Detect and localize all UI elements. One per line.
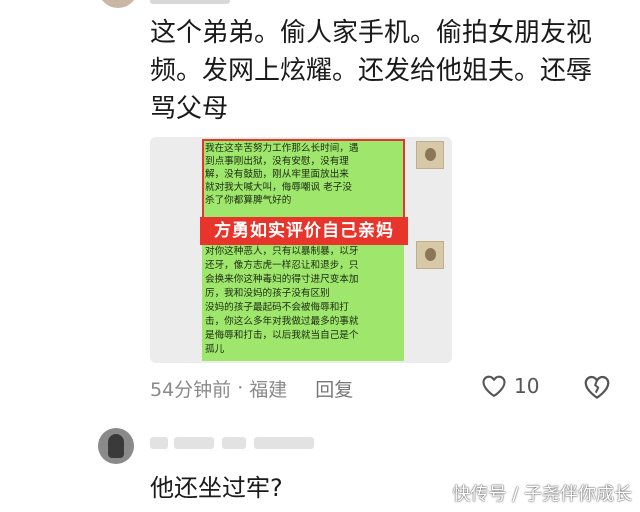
chat-line: 对你这种恶人，只有以暴制暴，以牙 xyxy=(205,246,359,257)
avatar[interactable] xyxy=(98,428,134,464)
heart-outline-icon xyxy=(482,375,506,397)
comment-line: 频。发网上炫耀。还发给他姐夫。还辱 xyxy=(150,56,593,86)
comment-location: 福建 xyxy=(249,378,288,401)
chat-line: 孤儿 xyxy=(205,344,225,355)
chat-line: 没妈的孩子最起码不会被侮辱和打 xyxy=(205,302,349,313)
chat-line: 还牙，像方志虎一样忍让和退步，只 xyxy=(205,260,359,271)
attached-chat-screenshot[interactable]: 我在这辛苦努力工作那么长时间，遇 到点事刚出狱，没有安慰，没有理 解，没有鼓励，… xyxy=(150,137,452,363)
chat-line: 是侮辱和打击，以后我就当自己是个 xyxy=(205,330,359,341)
caption-banner: 方勇如实评价自己亲妈 xyxy=(200,217,408,245)
sender-avatar xyxy=(416,141,444,169)
avatar[interactable] xyxy=(98,0,138,8)
username-blurred xyxy=(150,432,320,452)
comment-meta: 54分钟前 · 福建 回复 xyxy=(150,373,353,403)
sender-avatar xyxy=(416,241,444,269)
comment-line: 骂父母 xyxy=(150,94,229,124)
like-count: 10 xyxy=(514,374,540,398)
chat-line: 会换来你这种毒妇的得寸进尺变本加 xyxy=(205,274,359,285)
username-blurred xyxy=(150,0,230,4)
like-button[interactable]: 10 xyxy=(480,372,539,400)
watermark: 快传号 / 子尧伴你成长 xyxy=(452,484,632,505)
reply-button[interactable]: 回复 xyxy=(315,375,353,402)
highlight-box xyxy=(202,139,405,219)
comment-line: 这个弟弟。偷人家手机。偷拍女朋友视 xyxy=(150,18,593,48)
chat-line: 厉，我和没妈的孩子没有区别 xyxy=(205,288,330,299)
chat-line: 击，你这么多年对我做过最多的事就 xyxy=(205,316,359,327)
meta-separator: · xyxy=(237,377,244,399)
dislike-button[interactable] xyxy=(582,372,612,402)
comment-time: 54分钟前 xyxy=(150,378,232,401)
comment-text: 他还坐过牢? xyxy=(150,474,283,502)
broken-heart-icon xyxy=(584,375,610,399)
comment-text: 这个弟弟。偷人家手机。偷拍女朋友视 频。发网上炫耀。还发给他姐夫。还辱 骂父母 xyxy=(150,14,620,128)
